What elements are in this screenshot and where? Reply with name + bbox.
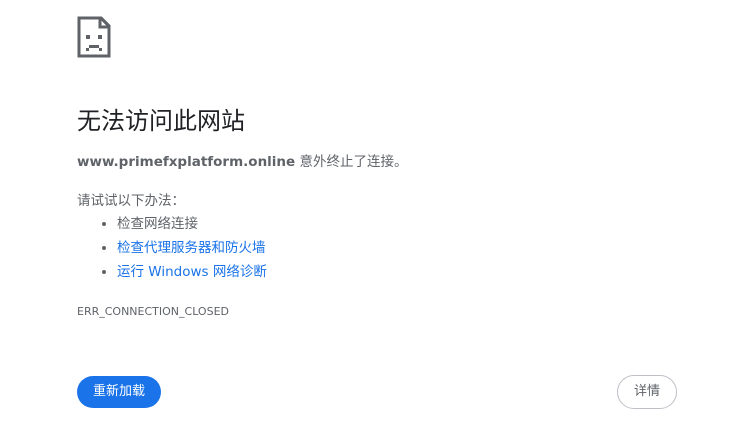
summary-text: 意外终止了连接。 xyxy=(295,154,408,170)
suggestion-label: 检查网络连接 xyxy=(117,216,198,232)
suggestions-list: 检查网络连接 检查代理服务器和防火墙 运行 Windows 网络诊断 xyxy=(77,212,267,284)
reload-button[interactable]: 重新加载 xyxy=(77,376,161,408)
run-network-diagnostics-link[interactable]: 运行 Windows 网络诊断 xyxy=(117,264,267,280)
suggestion-run-diagnostics: 运行 Windows 网络诊断 xyxy=(117,260,267,284)
error-code: ERR_CONNECTION_CLOSED xyxy=(77,305,229,318)
error-summary: www.primefxplatform.online 意外终止了连接。 xyxy=(77,151,408,173)
suggestions-heading: 请试试以下办法： xyxy=(77,193,185,209)
page-title: 无法访问此网站 xyxy=(77,107,245,135)
details-button[interactable]: 详情 xyxy=(617,375,677,409)
check-proxy-firewall-link[interactable]: 检查代理服务器和防火墙 xyxy=(117,240,266,256)
suggestion-check-proxy: 检查代理服务器和防火墙 xyxy=(117,236,267,260)
suggestion-check-network: 检查网络连接 xyxy=(117,212,267,236)
error-page: 无法访问此网站 www.primefxplatform.online 意外终止了… xyxy=(0,0,746,424)
site-host: www.primefxplatform.online xyxy=(77,154,296,170)
sad-page-icon xyxy=(77,16,111,58)
